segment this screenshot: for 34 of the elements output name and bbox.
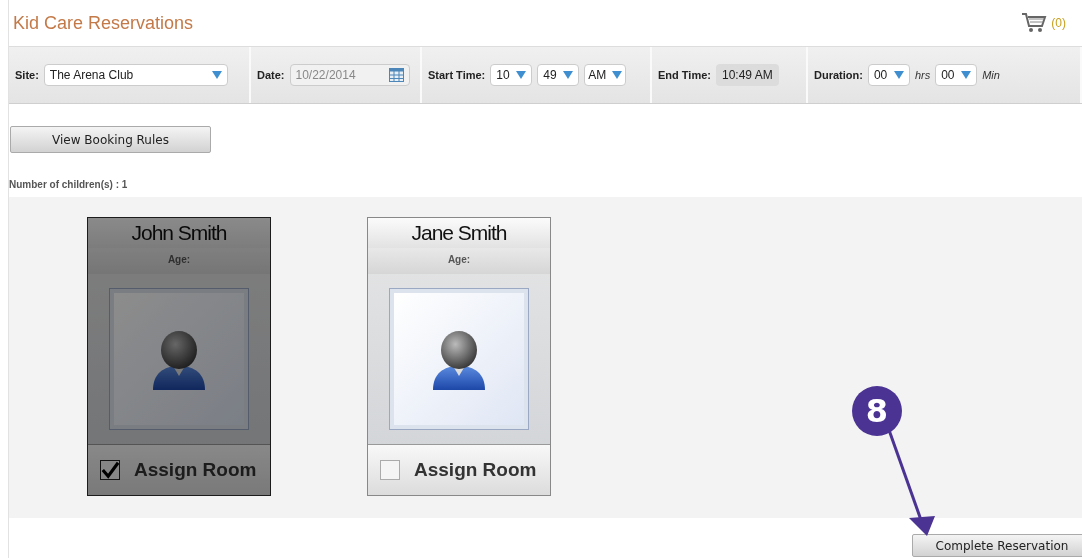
child-card[interactable]: John Smith Age: Assign Room [87, 217, 271, 496]
assign-room-checkbox[interactable] [380, 460, 400, 480]
site-dropdown[interactable]: The Arena Club [43, 64, 228, 86]
field-label: Start Time: [428, 69, 486, 81]
view-booking-rules-button[interactable]: View Booking Rules [10, 126, 211, 153]
caret-icon [516, 71, 527, 79]
complete-reservation-button[interactable]: Complete Reservation [912, 534, 1082, 557]
field-label: Duration: [814, 69, 863, 81]
age-label: Age: [368, 248, 550, 274]
cart-count: (0) [1051, 16, 1066, 30]
child-card[interactable]: Jane Smith Age: Assign Room [367, 217, 551, 496]
caret-icon [211, 71, 222, 79]
caret-icon [893, 71, 904, 79]
shopping-cart-icon[interactable] [1021, 12, 1048, 34]
minutes-dropdown[interactable]: 00 [935, 64, 978, 86]
page-title: Kid Care Reservations [13, 12, 194, 34]
caret-icon [563, 71, 574, 79]
caret-icon [961, 71, 972, 79]
hour-dropdown[interactable]: 10 [490, 64, 533, 86]
meridiem-dropdown[interactable]: AM [584, 64, 627, 86]
unit-label: hrs [914, 69, 931, 81]
assign-room-label: Assign Room [414, 459, 537, 481]
field-label: Date: [257, 69, 285, 81]
hours-dropdown[interactable]: 00 [867, 64, 910, 86]
unit-label: Min [982, 69, 1000, 81]
assign-room-label: Assign Room [134, 459, 257, 481]
end-time-value: 10:49 AM [716, 64, 779, 86]
field-label: End Time: [658, 69, 711, 81]
assign-room-checkbox[interactable] [100, 460, 120, 480]
minute-dropdown[interactable]: 49 [537, 64, 580, 86]
children-count: Number of children(s) : 1 [9, 178, 129, 192]
calendar-icon[interactable] [388, 68, 404, 82]
field-label: Site: [15, 69, 39, 81]
caret-icon [612, 71, 623, 79]
